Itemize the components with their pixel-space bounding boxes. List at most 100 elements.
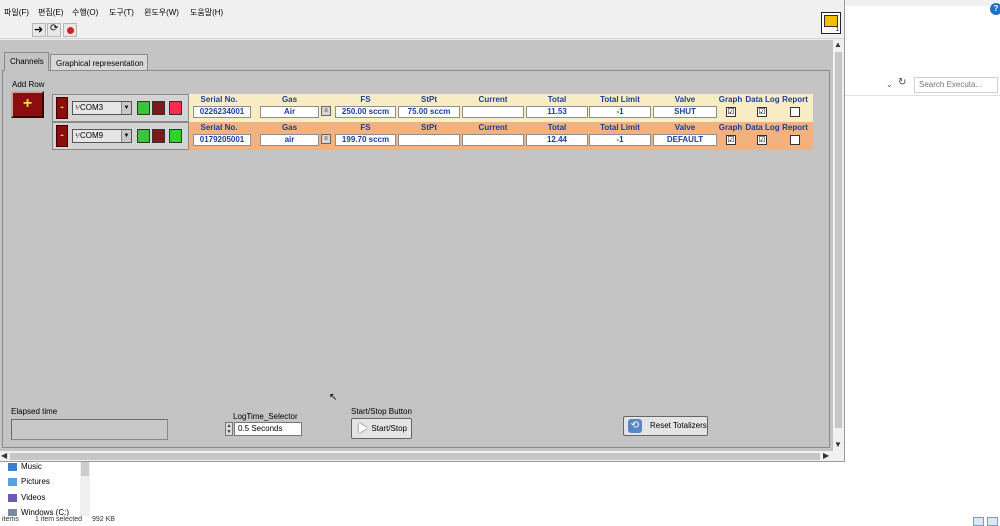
stop-led[interactable]	[152, 101, 165, 115]
labview-window: 파일(F) 편집(E) 수행(O) 도구(T) 윈도우(W) 도움말(H) 1 …	[0, 0, 845, 462]
dropdown-arrow-icon[interactable]: ▼	[121, 130, 131, 142]
connect-led[interactable]	[137, 101, 150, 115]
connect-led[interactable]	[137, 129, 150, 143]
start-stop-button[interactable]: Start/Stop	[351, 418, 412, 439]
data-log-checkbox[interactable]: ☑	[757, 135, 767, 145]
run-arrow-icon[interactable]	[32, 23, 46, 37]
plus-icon: +	[22, 95, 33, 112]
header-stpt: StPt	[421, 95, 437, 104]
menu-operate[interactable]: 수행(O)	[72, 7, 98, 18]
vertical-scrollbar[interactable]: ▲ ▼	[833, 40, 844, 451]
mouse-cursor-icon: ↖	[329, 392, 338, 403]
run-continuously-icon[interactable]	[47, 23, 61, 37]
report-checkbox[interactable]	[790, 135, 800, 145]
toolbar	[0, 21, 844, 39]
nav-item-music[interactable]: Music	[8, 462, 42, 471]
header-total: Total	[547, 95, 567, 104]
channel-row: - ⅟COM3 ▼ Serial No. 0226234001 Gas Air …	[52, 94, 813, 122]
help-icon[interactable]: ?	[990, 3, 1000, 15]
com-port-select[interactable]: ⅟COM3 ▼	[72, 101, 132, 115]
header-graph: Graph	[718, 95, 743, 104]
pictures-folder-icon	[8, 477, 17, 486]
serial-value: 0179205001	[193, 134, 251, 146]
total-limit-input[interactable]: -1	[589, 134, 651, 146]
status-led	[169, 101, 182, 115]
tab-channels[interactable]: Channels	[4, 52, 49, 71]
fs-value: 199.70 sccm	[335, 134, 396, 146]
header-valve: Valve	[674, 95, 696, 104]
scroll-left-icon[interactable]: ◀	[1, 451, 7, 460]
details-view-icon[interactable]	[973, 517, 984, 526]
reset-icon: ⟲	[628, 419, 642, 433]
io-icon: ⅟	[75, 133, 79, 140]
serial-value: 0226234001	[193, 106, 251, 118]
logtime-selector-input[interactable]: 0.5 Seconds	[234, 422, 302, 436]
channel-controls: - ⅟COM3 ▼	[52, 94, 189, 122]
logtime-spinner-icon[interactable]: ▲ ▼	[225, 422, 233, 436]
menu-window[interactable]: 윈도우(W)	[144, 7, 179, 18]
com-port-value: COM3	[79, 103, 104, 112]
horizontal-scrollbar[interactable]: ◀ ▶	[0, 451, 833, 461]
status-items: items	[2, 516, 19, 523]
menu-tools[interactable]: 도구(T)	[109, 7, 134, 18]
menu-edit[interactable]: 편집(E)	[38, 7, 63, 18]
header-fs: FS	[360, 123, 371, 132]
explorer-search-input[interactable]: Search Executa...	[914, 77, 998, 93]
header-current: Current	[478, 123, 508, 132]
header-graph: Graph	[718, 123, 743, 132]
vertical-scroll-thumb[interactable]	[835, 52, 842, 428]
graph-checkbox[interactable]: ☑	[726, 135, 736, 145]
refresh-icon[interactable]: ↻	[898, 77, 906, 88]
tiles-view-icon[interactable]	[987, 517, 998, 526]
start-stop-button-label: Start/Stop	[371, 424, 407, 433]
graph-checkbox[interactable]: ☑	[726, 107, 736, 117]
total-limit-input[interactable]: -1	[589, 106, 651, 118]
header-gas: Gas	[281, 123, 298, 132]
status-led	[169, 129, 182, 143]
remove-row-button[interactable]: -	[56, 97, 68, 119]
tab-graphical-representation[interactable]: Graphical representation	[50, 54, 148, 70]
add-row-label: Add Row	[12, 80, 45, 89]
logtime-selector-label: LogTime_Selector	[233, 412, 298, 421]
stpt-input[interactable]	[398, 134, 460, 146]
scroll-right-icon[interactable]: ▶	[823, 451, 829, 460]
nav-item-videos[interactable]: Videos	[8, 493, 45, 502]
nav-scroll-thumb[interactable]	[81, 462, 89, 476]
stpt-input[interactable]: 75.00 sccm	[398, 106, 460, 118]
scroll-up-icon[interactable]: ▲	[834, 40, 842, 49]
chevron-down-icon[interactable]: ⌄	[886, 80, 893, 89]
status-selected: 1 item selected	[35, 516, 83, 523]
total-value: 11.53	[526, 106, 588, 118]
data-log-checkbox[interactable]: ☑	[757, 107, 767, 117]
reset-totalizers-button[interactable]: ⟲ Reset Totalizers	[623, 416, 708, 436]
header-current: Current	[478, 95, 508, 104]
scroll-down-icon[interactable]: ▼	[834, 440, 842, 449]
header-report: Report	[782, 95, 808, 104]
add-row-button[interactable]: +	[11, 91, 44, 118]
music-folder-icon	[8, 462, 17, 471]
menu-file[interactable]: 파일(F)	[4, 7, 29, 18]
gas-select-icon[interactable]: ≡	[321, 134, 331, 144]
valve-value[interactable]: SHUT	[653, 106, 717, 118]
header-data-log: Data Log	[745, 123, 780, 132]
fs-value: 250.00 sccm	[335, 106, 396, 118]
dropdown-arrow-icon[interactable]: ▼	[121, 102, 131, 114]
valve-value[interactable]: DEFAULT	[653, 134, 717, 146]
header-data-log: Data Log	[745, 95, 780, 104]
stop-led[interactable]	[152, 129, 165, 143]
gas-value: Air	[260, 106, 319, 118]
current-value	[462, 134, 524, 146]
com-port-select[interactable]: ⅟COM9 ▼	[72, 129, 132, 143]
header-serial: Serial No.	[200, 123, 238, 132]
gas-select-icon[interactable]: ≡	[321, 106, 331, 116]
menu-help[interactable]: 도움말(H)	[190, 7, 223, 18]
abort-icon[interactable]	[63, 23, 77, 37]
horizontal-scroll-thumb[interactable]	[10, 453, 820, 460]
remove-row-button[interactable]: -	[56, 125, 68, 147]
nav-item-pictures[interactable]: Pictures	[8, 477, 50, 486]
channel-controls: - ⅟COM9 ▼	[52, 122, 189, 150]
report-checkbox[interactable]	[790, 107, 800, 117]
header-fs: FS	[360, 95, 371, 104]
header-total-limit: Total Limit	[600, 123, 640, 132]
explorer-status-bar: items 1 item selected 992 KB	[0, 516, 1000, 526]
